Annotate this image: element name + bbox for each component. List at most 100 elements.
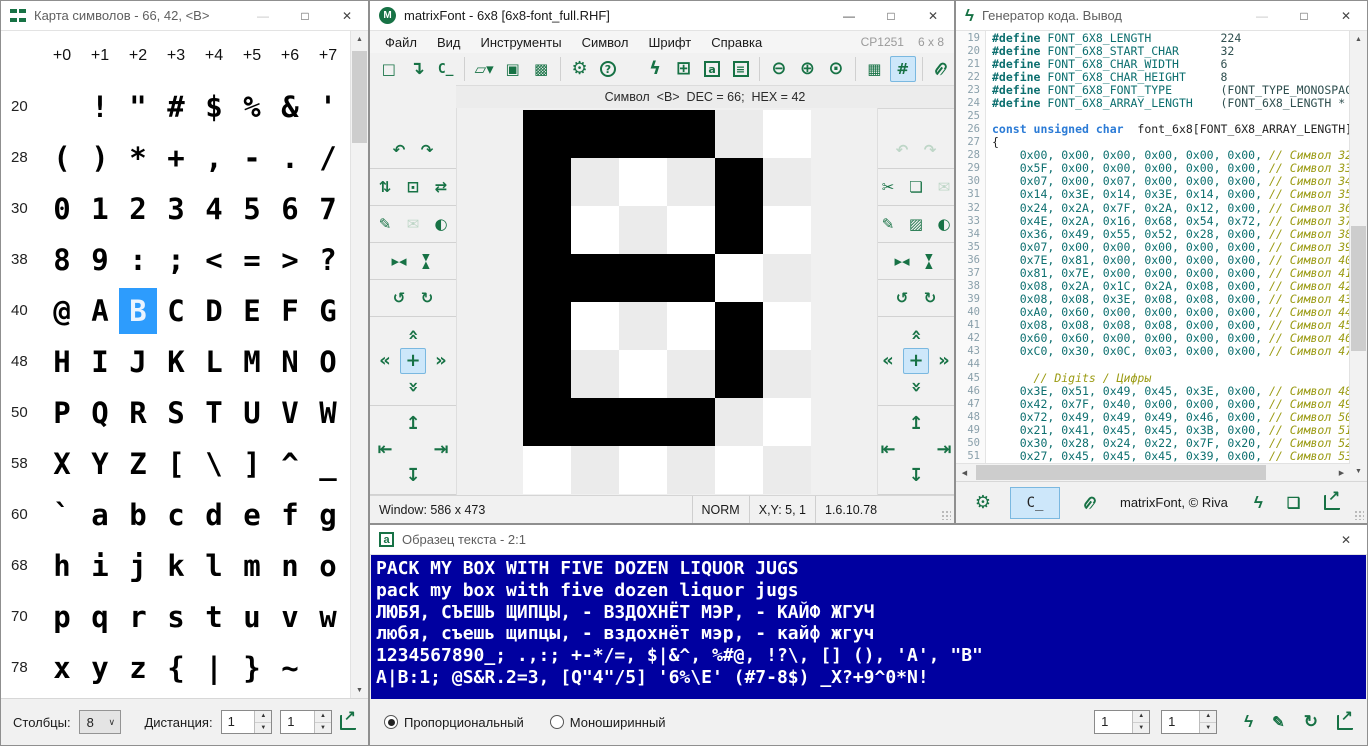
char-cell[interactable]: 6 xyxy=(271,186,309,232)
glyph-pixel[interactable] xyxy=(715,398,763,446)
char-cell[interactable]: . xyxy=(271,135,309,181)
code-editor-button[interactable]: C_ xyxy=(433,56,458,82)
char-cell[interactable]: # xyxy=(157,84,195,130)
char-cell[interactable]: < xyxy=(195,237,233,283)
shift-right-button[interactable]: » xyxy=(931,348,957,374)
glyph-pixel[interactable] xyxy=(619,350,667,398)
char-cell[interactable]: = xyxy=(233,237,271,283)
char-cell[interactable]: V xyxy=(271,390,309,436)
char-cell[interactable]: o xyxy=(309,543,347,589)
char-cell[interactable]: g xyxy=(309,492,347,538)
maximize-button[interactable]: □ xyxy=(870,1,912,30)
glyph-pixel[interactable] xyxy=(523,350,571,398)
scrollbar-thumb[interactable] xyxy=(976,465,1266,480)
align-top-button[interactable]: ↥ xyxy=(400,411,426,437)
flip-vertical-button[interactable]: ▸◂ xyxy=(917,248,943,274)
char-cell[interactable]: N xyxy=(271,339,309,385)
spin-down-icon[interactable]: ▼ xyxy=(1200,723,1216,734)
resize-grip[interactable] xyxy=(1354,510,1364,520)
glyph-pixel[interactable] xyxy=(667,254,715,302)
char-cell[interactable]: f xyxy=(271,492,309,538)
scroll-left-icon[interactable]: ◀ xyxy=(956,464,973,481)
shift-down-button[interactable]: » xyxy=(903,374,929,400)
glyph-pixel[interactable] xyxy=(667,110,715,158)
char-cell[interactable]: ~ xyxy=(271,645,309,691)
char-cell[interactable]: [ xyxy=(157,441,195,487)
char-cell[interactable]: ? xyxy=(309,237,347,283)
char-cell[interactable]: D xyxy=(195,288,233,334)
redo-button[interactable]: ↷ xyxy=(917,137,943,163)
glyph-pixel[interactable] xyxy=(715,206,763,254)
glyph-pixel[interactable] xyxy=(763,254,811,302)
char-cell[interactable]: p xyxy=(43,594,81,640)
char-cell[interactable]: 2 xyxy=(119,186,157,232)
align-left-button[interactable]: ⇤ xyxy=(372,437,398,463)
shift-right-button[interactable]: » xyxy=(428,348,454,374)
shift-left-button[interactable]: « xyxy=(875,348,901,374)
char-cell[interactable]: w xyxy=(309,594,347,640)
glyph-pixel[interactable] xyxy=(571,350,619,398)
settings-button[interactable]: ⚙ xyxy=(970,490,996,516)
char-cell[interactable]: 3 xyxy=(157,186,195,232)
char-cell[interactable]: @ xyxy=(43,288,81,334)
preview-button[interactable]: ▦ xyxy=(862,56,887,82)
flip-horizontal-button[interactable]: ▸◂ xyxy=(386,248,412,274)
char-cell[interactable]: O xyxy=(309,339,347,385)
code-vertical-scrollbar[interactable]: ▲ ▼ xyxy=(1349,31,1367,480)
generate-code-button[interactable]: ϟ xyxy=(642,56,667,82)
save-button[interactable]: ▣ xyxy=(500,56,525,82)
flip-horizontal-button[interactable]: ▸◂ xyxy=(889,248,915,274)
char-cell[interactable]: h xyxy=(43,543,81,589)
glyph-pixel[interactable] xyxy=(667,158,715,206)
shift-down-button[interactable]: » xyxy=(400,374,426,400)
distance-y-stepper[interactable]: 1 ▲▼ xyxy=(280,710,332,734)
glyph-pixel[interactable] xyxy=(715,110,763,158)
close-button[interactable]: ✕ xyxy=(1325,1,1367,30)
spin-up-icon[interactable]: ▲ xyxy=(255,711,271,723)
char-cell[interactable]: 4 xyxy=(195,186,233,232)
undo-button[interactable]: ↶ xyxy=(386,137,412,163)
char-cell[interactable]: / xyxy=(309,135,347,181)
char-cell[interactable]: P xyxy=(43,390,81,436)
char-cell[interactable]: ^ xyxy=(271,441,309,487)
open-file-button[interactable]: ↴ xyxy=(404,56,429,82)
char-cell[interactable]: ` xyxy=(43,492,81,538)
menu-Вид[interactable]: Вид xyxy=(428,33,470,52)
glyph-pixel[interactable] xyxy=(667,446,715,494)
glyph-pixel[interactable] xyxy=(523,254,571,302)
columns-select[interactable]: 8 ∨ xyxy=(79,710,122,734)
cut-button[interactable]: ✂ xyxy=(875,174,901,200)
glyph-pixel[interactable] xyxy=(667,398,715,446)
char-cell[interactable]: , xyxy=(195,135,233,181)
char-cell[interactable]: M xyxy=(233,339,271,385)
char-cell[interactable]: 1 xyxy=(81,186,119,232)
toggle-grid-button[interactable]: # xyxy=(890,56,915,82)
glyph-pixel[interactable] xyxy=(715,350,763,398)
char-cell[interactable]: R xyxy=(119,390,157,436)
char-cell[interactable]: F xyxy=(271,288,309,334)
glyph-pixel[interactable] xyxy=(571,110,619,158)
char-cell[interactable]: J xyxy=(119,339,157,385)
char-cell[interactable]: Y xyxy=(81,441,119,487)
rotate-ccw-button[interactable]: ↺ xyxy=(889,285,915,311)
crop-button[interactable]: ⊡ xyxy=(400,174,426,200)
char-cell[interactable]: U xyxy=(233,390,271,436)
char-cell[interactable]: a xyxy=(81,492,119,538)
char-cell[interactable]: W xyxy=(309,390,347,436)
char-cell[interactable]: 7 xyxy=(309,186,347,232)
char-cell[interactable]: { xyxy=(157,645,195,691)
export-button[interactable] xyxy=(340,715,356,730)
close-button[interactable]: ✕ xyxy=(326,1,368,30)
char-cell[interactable]: e xyxy=(233,492,271,538)
char-cell[interactable]: n xyxy=(271,543,309,589)
settings-button[interactable]: ⚙ xyxy=(567,56,592,82)
resize-cols-button[interactable]: ⇄ xyxy=(428,174,454,200)
char-cell[interactable]: C xyxy=(157,288,195,334)
recent-files-button[interactable]: ▱▾ xyxy=(471,56,496,82)
align-right-button[interactable]: ⇥ xyxy=(428,437,454,463)
scroll-down-icon[interactable]: ▼ xyxy=(351,682,368,699)
char-cell[interactable] xyxy=(43,84,81,130)
invert-button[interactable]: ◐ xyxy=(931,211,957,237)
glyph-pixel[interactable] xyxy=(763,110,811,158)
import-button[interactable]: ✉ xyxy=(400,211,426,237)
